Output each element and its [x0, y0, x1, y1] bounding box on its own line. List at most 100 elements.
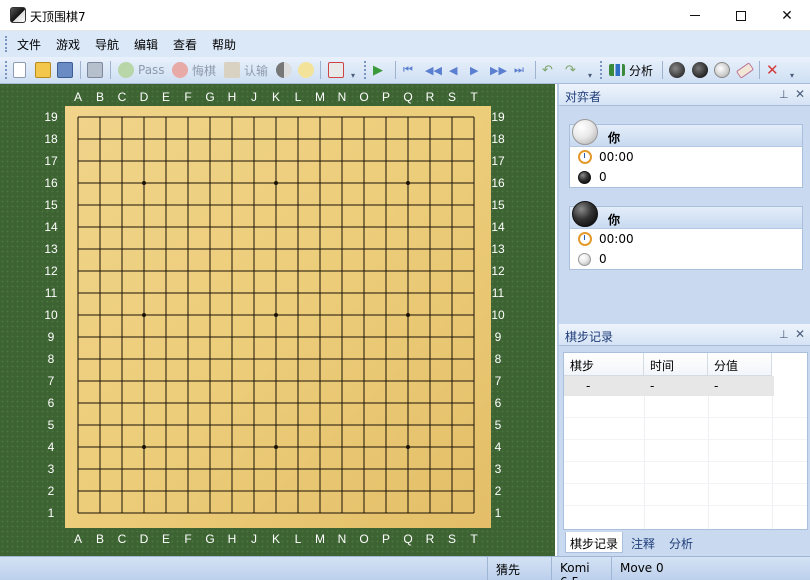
row-score: - [714, 379, 719, 393]
menu-navigate[interactable]: 导航 [95, 36, 119, 53]
tab-comments[interactable]: 注释 [627, 532, 659, 553]
menu-grip[interactable] [5, 36, 8, 52]
back-button[interactable]: ◀ [449, 61, 457, 79]
column-label: O [359, 532, 368, 546]
eraser-button[interactable] [735, 61, 755, 79]
column-time[interactable]: 时间 [644, 353, 708, 376]
minimize-icon [690, 15, 700, 16]
close-icon[interactable]: ✕ [795, 87, 805, 101]
column-label: F [184, 90, 191, 104]
pin-icon[interactable]: ⊥ [779, 88, 789, 101]
menu-help[interactable]: 帮助 [212, 36, 236, 53]
estimate-icon [276, 62, 292, 78]
status-bar: 猜先 Komi 6.5 Move 0 [0, 556, 810, 580]
black-stone-icon [692, 62, 708, 78]
row-label: 13 [491, 242, 505, 256]
undo-button[interactable]: 悔棋 [172, 61, 216, 79]
delete-button[interactable]: ✕ [766, 61, 779, 79]
white-stone-icon [714, 62, 730, 78]
board-style-button[interactable] [328, 61, 344, 79]
last-move-button[interactable]: ⏭ [514, 61, 524, 79]
column-label: J [251, 532, 257, 546]
toolbar-overflow-icon[interactable]: ▾ [790, 71, 797, 81]
move-record-table[interactable]: 棋步 时间 分值 - - - [563, 352, 808, 530]
save-button[interactable] [57, 61, 73, 79]
toolbar-separator [320, 61, 321, 79]
maximize-button[interactable] [718, 0, 764, 31]
column-label: T [470, 532, 478, 546]
board-area: A A B B C C D D E E F F G G H H J J K K L L M M N N O O P P Q Q R R S S T T 19… [0, 84, 555, 556]
rewind-icon: ◀◀ [425, 63, 442, 77]
menu-view[interactable]: 查看 [173, 36, 197, 53]
stones-button[interactable] [669, 61, 685, 79]
analyze-label: 分析 [629, 63, 654, 78]
fast-forward-icon: ▶▶ [490, 63, 507, 77]
white-stone-button[interactable] [714, 61, 730, 79]
undo-arrow-button[interactable]: ↶ [542, 61, 553, 79]
pin-icon[interactable]: ⊥ [779, 328, 789, 341]
toolbar-grip[interactable] [364, 61, 367, 79]
estimate-button[interactable] [276, 61, 292, 79]
column-label: C [118, 90, 127, 104]
hint-button[interactable] [298, 61, 314, 79]
first-move-button[interactable]: ⏮ [403, 61, 413, 79]
menu-edit[interactable]: 编辑 [134, 36, 158, 53]
row-label: 12 [491, 264, 505, 278]
toolbar-grip[interactable] [5, 61, 8, 79]
board-wood[interactable] [65, 106, 491, 528]
pass-button[interactable]: Pass [118, 61, 165, 79]
skip-first-icon: ⏮ [403, 63, 413, 76]
column-label: L [295, 532, 302, 546]
print-button[interactable] [87, 61, 103, 79]
column-label: P [382, 532, 390, 546]
table-header: 棋步 时间 分值 [564, 353, 807, 376]
menu-file[interactable]: 文件 [17, 36, 41, 53]
row-label: 8 [48, 352, 55, 366]
column-move[interactable]: 棋步 [564, 353, 644, 376]
go-board[interactable]: AABBCCDDEEFFGGHHJJKKLLMMNNOOPPQQRRSSTT19… [0, 84, 555, 556]
row-label: 14 [44, 220, 58, 234]
star-point [406, 313, 410, 317]
resign-button[interactable]: 认输 [224, 61, 268, 79]
open-button[interactable] [35, 61, 51, 79]
column-score[interactable]: 分值 [708, 353, 772, 376]
minimize-button[interactable] [672, 0, 718, 31]
row-label: 6 [495, 396, 502, 410]
row-label: 3 [495, 462, 502, 476]
column-label: N [338, 90, 347, 104]
play-button[interactable]: ▶ [373, 61, 383, 79]
column-label: K [272, 532, 280, 546]
forward-ten-button[interactable]: ▶▶ [490, 61, 507, 79]
close-button[interactable]: ✕ [764, 0, 810, 31]
back-ten-button[interactable]: ◀◀ [425, 61, 442, 79]
row-label: 9 [495, 330, 502, 344]
row-label: 7 [48, 374, 55, 388]
player-time-row: 00:00 [578, 148, 634, 166]
clock-icon [578, 232, 592, 246]
row-label: 4 [48, 440, 55, 454]
redo-arrow-button[interactable]: ↷ [565, 61, 576, 79]
toolbar-grip[interactable] [600, 61, 603, 79]
row-label: 16 [491, 176, 505, 190]
black-stone-button[interactable] [692, 61, 708, 79]
toolbar-overflow-icon[interactable]: ▾ [351, 71, 358, 81]
close-icon[interactable]: ✕ [795, 327, 805, 341]
row-label: 19 [491, 110, 505, 124]
pass-label: Pass [138, 63, 165, 77]
row-label: 8 [495, 352, 502, 366]
analyze-button[interactable]: 分析 [609, 61, 653, 79]
toolbar-overflow-icon[interactable]: ▾ [588, 71, 595, 81]
player-card-white: 你 00:00 0 [569, 119, 803, 188]
forward-button[interactable]: ▶ [470, 61, 478, 79]
player-time-row: 00:00 [578, 230, 634, 248]
white-stone-icon [578, 252, 591, 266]
row-label: 11 [492, 286, 505, 300]
new-button[interactable] [13, 61, 26, 79]
menu-game[interactable]: 游戏 [56, 36, 80, 53]
row-label: 17 [491, 154, 505, 168]
row-label: 7 [495, 374, 502, 388]
tab-analysis[interactable]: 分析 [665, 532, 697, 553]
tab-move-record[interactable]: 棋步记录 [565, 532, 624, 553]
star-point [142, 313, 146, 317]
table-row[interactable]: - - - [564, 376, 774, 396]
